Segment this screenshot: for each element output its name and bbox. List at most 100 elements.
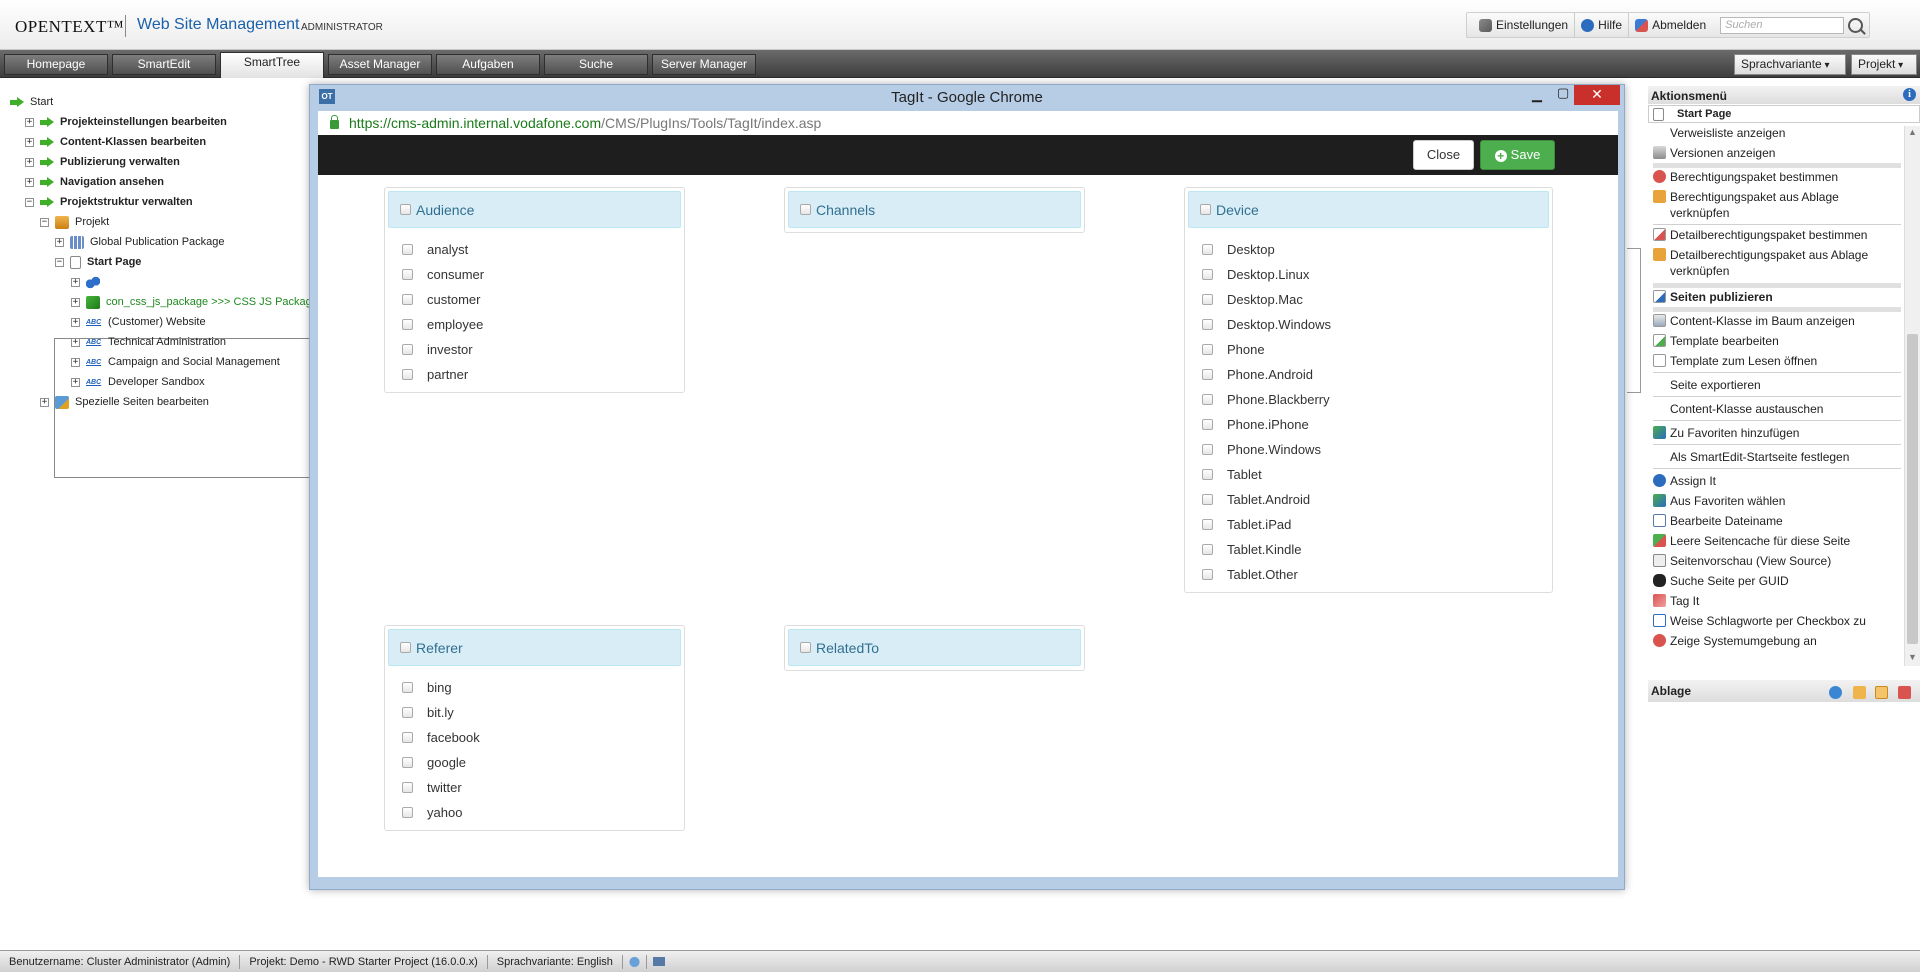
option-tablet-ipad[interactable]: Tablet.iPad bbox=[1202, 517, 1291, 532]
expand-icon[interactable]: + bbox=[25, 157, 34, 167]
expand-icon[interactable]: + bbox=[55, 237, 64, 247]
tab-suche[interactable]: Suche bbox=[544, 54, 648, 75]
expand-icon[interactable]: + bbox=[25, 177, 34, 187]
option-facebook[interactable]: facebook bbox=[402, 730, 480, 745]
checkbox[interactable] bbox=[1202, 419, 1213, 430]
help-link[interactable]: Hilfe bbox=[1574, 13, 1628, 37]
option-tablet[interactable]: Tablet bbox=[1202, 467, 1262, 482]
tree-item-projekteinstellungen[interactable]: + Projekteinstellungen bearbeiten bbox=[25, 114, 227, 130]
collapse-icon[interactable]: − bbox=[25, 197, 34, 207]
audience-panel-header[interactable]: Audience bbox=[388, 191, 681, 228]
select-all-checkbox[interactable] bbox=[400, 204, 411, 215]
expand-icon[interactable]: + bbox=[71, 377, 80, 387]
expand-icon[interactable]: + bbox=[71, 277, 80, 287]
logout-link[interactable]: Abmelden bbox=[1628, 13, 1712, 37]
tree-item-publizierung[interactable]: + Publizierung verwalten bbox=[25, 154, 180, 170]
tab-aufgaben[interactable]: Aufgaben bbox=[436, 54, 540, 75]
tree-item-start-page[interactable]: − Start Page bbox=[55, 254, 141, 270]
menu-item-favoriten-hinzufuegen[interactable]: Zu Favoriten hinzufügen bbox=[1653, 425, 1901, 441]
option-desktop-mac[interactable]: Desktop.Mac bbox=[1202, 292, 1303, 307]
checkbox[interactable] bbox=[1202, 544, 1213, 555]
option-customer[interactable]: customer bbox=[402, 292, 480, 307]
language-variant-dropdown[interactable]: Sprachvariante bbox=[1734, 54, 1846, 75]
checkbox[interactable] bbox=[1202, 369, 1213, 380]
save-button[interactable]: + Save bbox=[1480, 140, 1555, 170]
checkbox[interactable] bbox=[402, 757, 413, 768]
menu-item-schlagworte[interactable]: Weise Schlagworte per Checkbox zu bbox=[1653, 613, 1901, 629]
scrollbar-thumb[interactable] bbox=[1907, 334, 1918, 644]
scroll-up-icon[interactable]: ▲ bbox=[1908, 127, 1917, 137]
option-desktop-linux[interactable]: Desktop.Linux bbox=[1202, 267, 1309, 282]
menu-item-tag-it[interactable]: Tag It bbox=[1653, 593, 1901, 609]
checkbox[interactable] bbox=[1202, 319, 1213, 330]
option-yahoo[interactable]: yahoo bbox=[402, 805, 462, 820]
option-desktop-windows[interactable]: Desktop.Windows bbox=[1202, 317, 1331, 332]
option-phone-iphone[interactable]: Phone.iPhone bbox=[1202, 417, 1309, 432]
tree-item-css-package[interactable]: + con_css_js_package >>> CSS JS Package bbox=[71, 294, 318, 310]
tree-item-content-klassen[interactable]: + Content-Klassen bearbeiten bbox=[25, 134, 206, 150]
checkbox[interactable] bbox=[1202, 394, 1213, 405]
tree-item-start[interactable]: Start bbox=[10, 94, 53, 110]
option-twitter[interactable]: twitter bbox=[402, 780, 462, 795]
checkbox[interactable] bbox=[1202, 569, 1213, 580]
search-input[interactable]: Suchen bbox=[1720, 16, 1845, 34]
expand-icon[interactable]: + bbox=[71, 317, 80, 327]
checkbox[interactable] bbox=[402, 294, 413, 305]
checkbox[interactable] bbox=[1202, 244, 1213, 255]
menu-item-seite-exportieren[interactable]: Seite exportieren bbox=[1653, 377, 1901, 393]
checkbox[interactable] bbox=[402, 782, 413, 793]
menu-item-detailberechtigungspaket-ablage[interactable]: Detailberechtigungspaket aus Ablage verk… bbox=[1653, 247, 1901, 279]
option-phone-windows[interactable]: Phone.Windows bbox=[1202, 442, 1321, 457]
close-button[interactable]: Close bbox=[1413, 140, 1474, 170]
menu-item-dateiname[interactable]: Bearbeite Dateiname bbox=[1653, 513, 1901, 529]
checkbox[interactable] bbox=[402, 344, 413, 355]
select-all-checkbox[interactable] bbox=[800, 204, 811, 215]
option-employee[interactable]: employee bbox=[402, 317, 483, 332]
option-phone[interactable]: Phone bbox=[1202, 342, 1265, 357]
menu-item-seitencache[interactable]: Leere Seitencache für diese Seite bbox=[1653, 533, 1901, 549]
expand-icon[interactable]: + bbox=[71, 357, 80, 367]
checkbox[interactable] bbox=[402, 807, 413, 818]
menu-item-template-lesen[interactable]: Template zum Lesen öffnen bbox=[1653, 353, 1901, 369]
expand-icon[interactable]: + bbox=[71, 297, 80, 307]
window-close-icon[interactable]: ✕ bbox=[1574, 85, 1620, 105]
collapse-icon[interactable]: − bbox=[55, 257, 64, 267]
menu-item-versionen[interactable]: Versionen anzeigen bbox=[1653, 145, 1901, 161]
maximize-icon[interactable]: ▢ bbox=[1557, 85, 1569, 101]
menu-item-assign-it[interactable]: Assign It bbox=[1653, 473, 1901, 489]
refresh-icon[interactable] bbox=[1829, 686, 1842, 699]
minimize-icon[interactable]: ▁ bbox=[1532, 87, 1542, 103]
menu-item-content-klasse-baum[interactable]: Content-Klasse im Baum anzeigen bbox=[1653, 313, 1901, 329]
tab-server-manager[interactable]: Server Manager bbox=[652, 54, 756, 75]
lightbulb-icon[interactable] bbox=[622, 954, 647, 969]
expand-icon[interactable]: + bbox=[71, 337, 80, 347]
menu-item-seiten-publizieren[interactable]: Seiten publizieren bbox=[1653, 289, 1901, 305]
menu-item-seitenvorschau[interactable]: Seitenvorschau (View Source) bbox=[1653, 553, 1901, 569]
option-phone-android[interactable]: Phone.Android bbox=[1202, 367, 1313, 382]
channels-panel-header[interactable]: Channels bbox=[788, 191, 1081, 228]
clear-clipboard-icon[interactable] bbox=[1898, 686, 1911, 699]
tab-asset-manager[interactable]: Asset Manager bbox=[328, 54, 432, 75]
tree-item-developer-sandbox[interactable]: + ABC Developer Sandbox bbox=[71, 374, 205, 390]
menu-item-detailberechtigungspaket[interactable]: Detailberechtigungspaket bestimmen bbox=[1653, 227, 1901, 243]
menu-item-suche-guid[interactable]: Suche Seite per GUID bbox=[1653, 573, 1901, 589]
tree-item-technical-administration[interactable]: + ABC Technical Administration bbox=[71, 334, 226, 350]
tree-item-navigation[interactable]: + Navigation ansehen bbox=[25, 174, 164, 190]
option-tablet-android[interactable]: Tablet.Android bbox=[1202, 492, 1310, 507]
relatedto-panel-header[interactable]: RelatedTo bbox=[788, 629, 1081, 666]
clipboard-icon[interactable] bbox=[1875, 686, 1888, 699]
checkbox[interactable] bbox=[402, 707, 413, 718]
tree-item-special-pages[interactable]: + Spezielle Seiten bearbeiten bbox=[40, 394, 209, 410]
menu-item-berechtigungspaket[interactable]: Berechtigungspaket bestimmen bbox=[1653, 169, 1901, 185]
checkbox[interactable] bbox=[402, 319, 413, 330]
menu-item-content-klasse-austauschen[interactable]: Content-Klasse austauschen bbox=[1653, 401, 1901, 417]
option-partner[interactable]: partner bbox=[402, 367, 468, 382]
menu-item-verweisliste[interactable]: Verweisliste anzeigen bbox=[1653, 125, 1901, 141]
settings-link[interactable]: Einstellungen bbox=[1473, 13, 1574, 37]
option-desktop[interactable]: Desktop bbox=[1202, 242, 1275, 257]
menu-item-smartedit-startseite[interactable]: Als SmartEdit-Startseite festlegen bbox=[1653, 449, 1901, 465]
tab-smartedit[interactable]: SmartEdit bbox=[112, 54, 216, 75]
menu-item-template-bearbeiten[interactable]: Template bearbeiten bbox=[1653, 333, 1901, 349]
checkbox[interactable] bbox=[1202, 344, 1213, 355]
checkbox[interactable] bbox=[1202, 469, 1213, 480]
